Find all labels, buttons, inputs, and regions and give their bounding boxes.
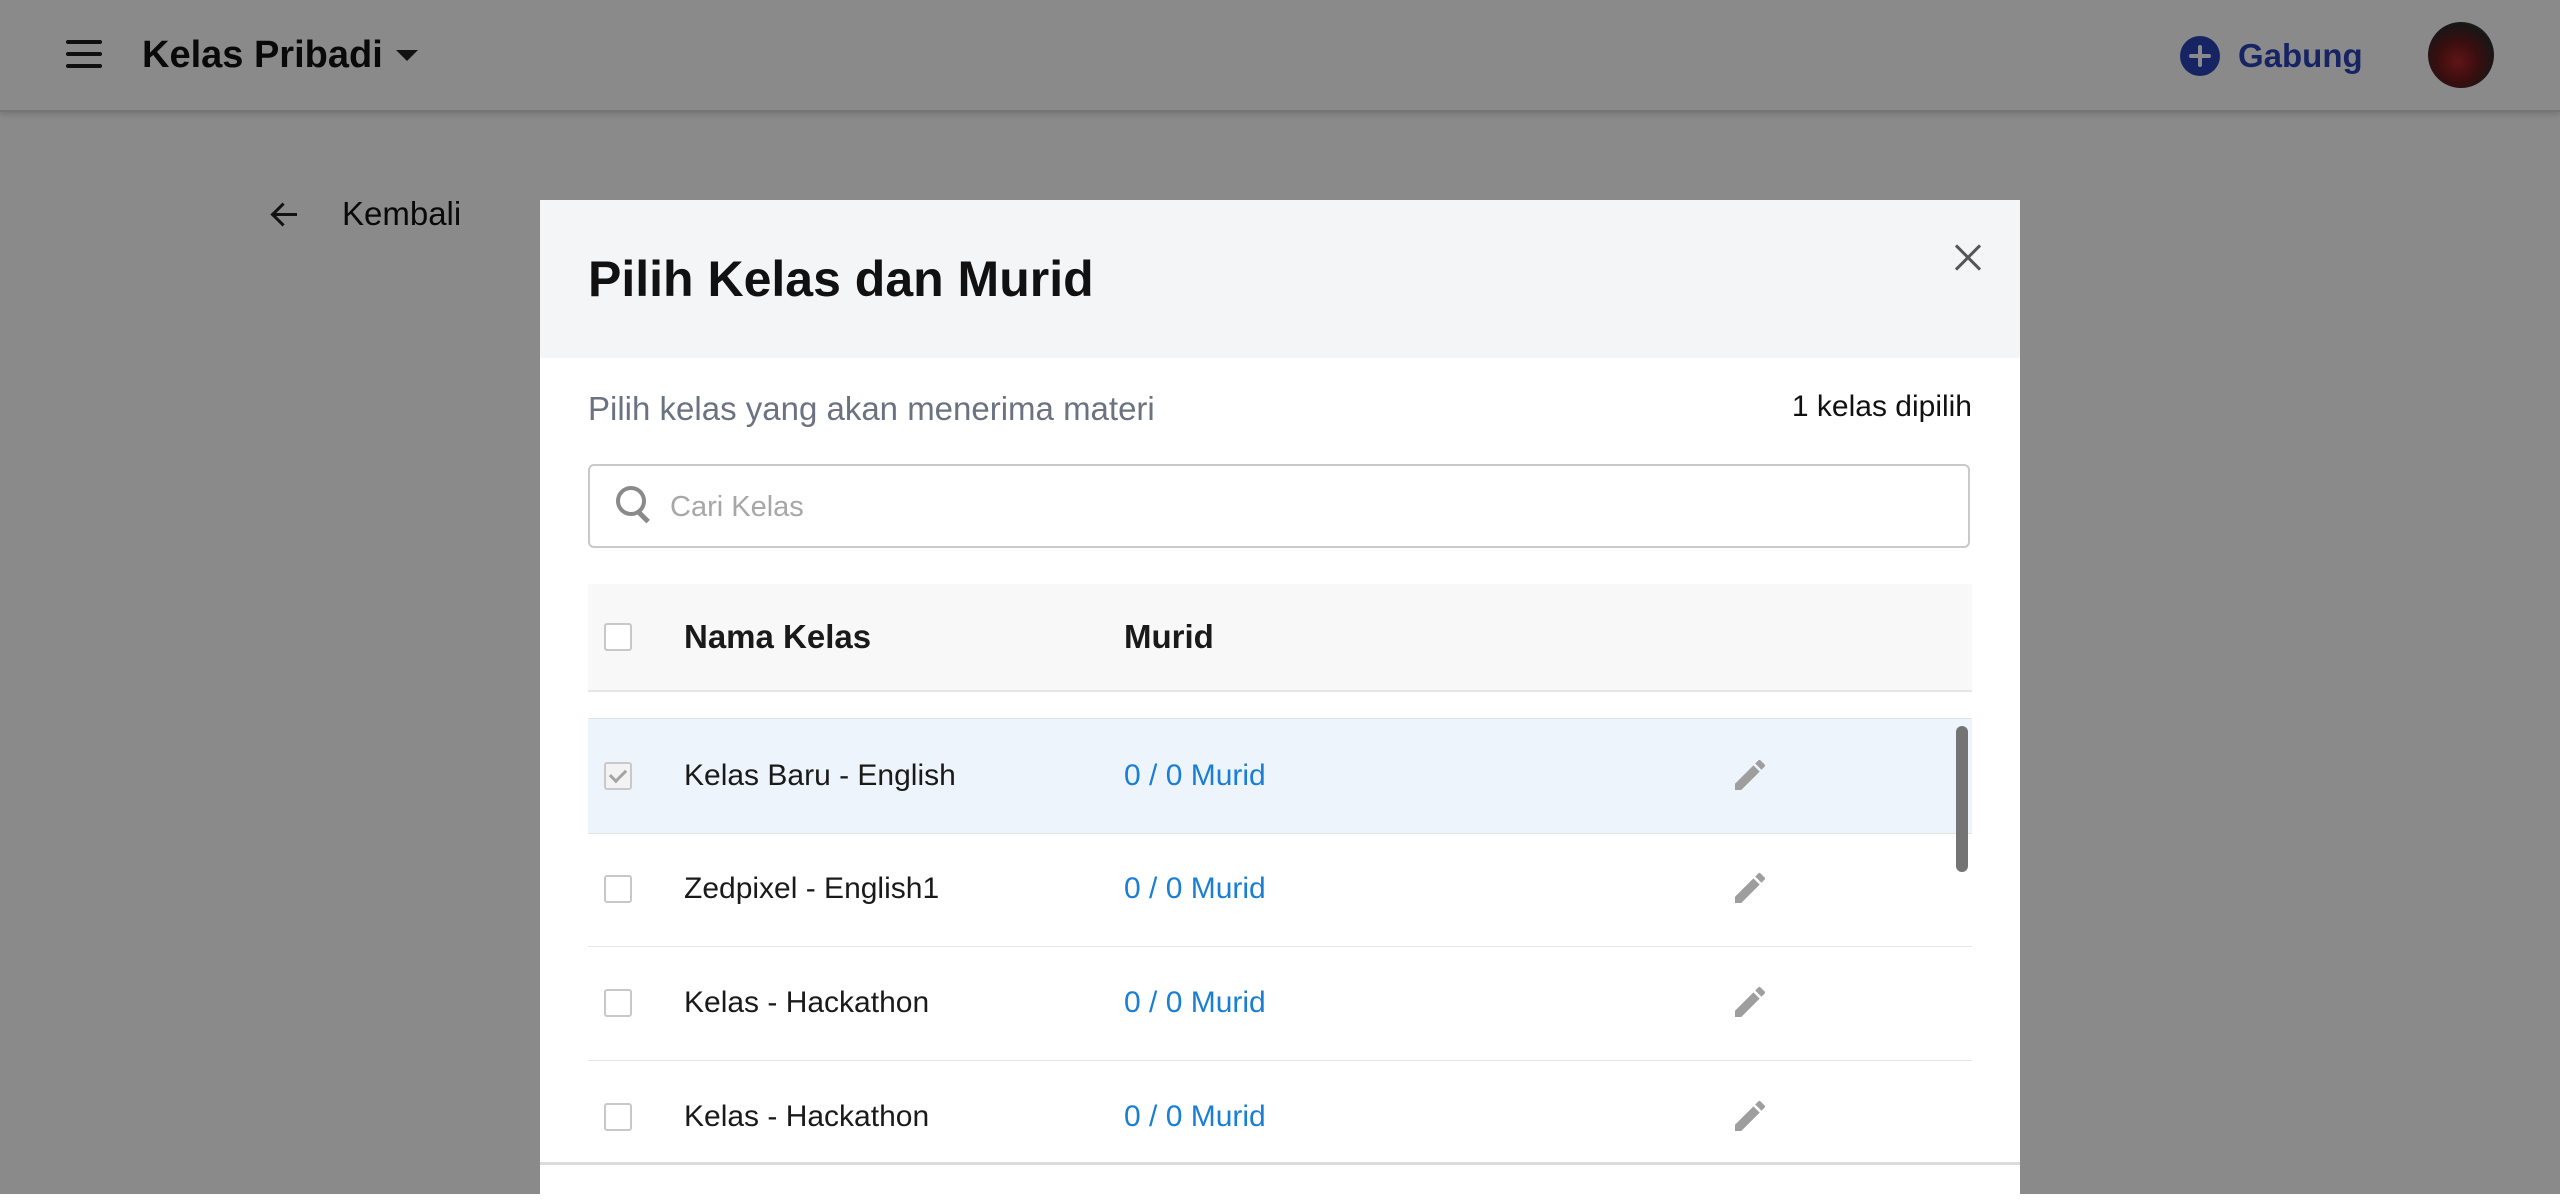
table-row[interactable]: Zedpixel - English1 0 / 0 Murid [588, 832, 1972, 947]
class-name: Kelas - Hackathon [684, 1100, 930, 1133]
student-count-link[interactable]: 0 / 0 Murid [1124, 1060, 1266, 1168]
close-icon[interactable] [1948, 238, 1988, 278]
list-scrollbar[interactable] [1956, 726, 1968, 872]
class-list[interactable]: Kelas Baru - English 0 / 0 Murid Zedpixe… [588, 718, 1972, 1168]
pencil-icon[interactable] [1730, 982, 1770, 1022]
row-checkbox[interactable] [604, 989, 632, 1017]
class-name: Kelas - Hackathon [684, 986, 930, 1019]
column-header-students: Murid [1124, 618, 1214, 655]
search-box [588, 464, 1970, 548]
modal-subtitle: Pilih kelas yang akan menerima materi [588, 390, 1155, 427]
class-name: Kelas Baru - English [684, 759, 956, 792]
row-checkbox[interactable] [604, 762, 632, 790]
modal-title: Pilih Kelas dan Murid [588, 251, 1094, 307]
footer-divider [540, 1162, 2020, 1165]
student-count-link[interactable]: 0 / 0 Murid [1124, 719, 1266, 833]
table-row[interactable]: Kelas Baru - English 0 / 0 Murid [588, 718, 1972, 834]
row-checkbox[interactable] [604, 875, 632, 903]
selected-count: 1 kelas dipilih [1791, 390, 1972, 423]
table-row[interactable]: Kelas - Hackathon 0 / 0 Murid [588, 1060, 1972, 1168]
search-icon [616, 486, 656, 526]
student-count-link[interactable]: 0 / 0 Murid [1124, 832, 1266, 946]
pencil-icon[interactable] [1730, 755, 1770, 795]
pencil-icon[interactable] [1730, 868, 1770, 908]
table-row[interactable]: Kelas - Hackathon 0 / 0 Murid [588, 946, 1972, 1061]
student-count-link[interactable]: 0 / 0 Murid [1124, 946, 1266, 1060]
class-name: Zedpixel - English1 [684, 872, 940, 905]
modal-header: Pilih Kelas dan Murid [540, 200, 2020, 358]
row-checkbox[interactable] [604, 1103, 632, 1131]
select-all-checkbox[interactable] [604, 623, 632, 651]
column-header-name: Nama Kelas [684, 618, 872, 655]
select-class-modal: Pilih Kelas dan Murid Pilih kelas yang a… [540, 200, 2020, 1200]
search-input[interactable] [668, 478, 1952, 536]
table-header: Nama Kelas Murid [588, 584, 1972, 692]
pencil-icon[interactable] [1730, 1096, 1770, 1136]
